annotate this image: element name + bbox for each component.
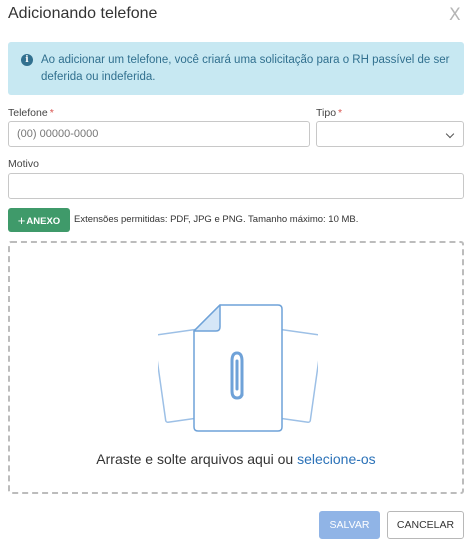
close-icon[interactable]: X [449, 5, 461, 25]
phone-input[interactable] [8, 121, 310, 147]
allowed-extensions-text: Extensões permitidas: PDF, JPG e PNG. Ta… [74, 214, 359, 225]
required-mark: * [49, 107, 54, 119]
info-icon: i [21, 54, 33, 66]
phone-label-text: Telefone [8, 107, 48, 119]
phone-label: Telefone * [8, 107, 54, 119]
alert-text: Ao adicionar um telefone, você criará um… [41, 54, 450, 83]
reason-label-text: Motivo [8, 158, 39, 170]
dropzone-instruction: Arraste e solte arquivos aqui ou [96, 451, 294, 467]
document-attachment-icon [158, 304, 318, 432]
file-dropzone[interactable]: Arraste e solte arquivos aqui ou selecio… [8, 241, 464, 494]
required-mark: * [338, 107, 343, 119]
dropzone-text: Arraste e solte arquivos aqui ou selecio… [10, 451, 462, 467]
add-attachment-button[interactable]: +ANEXO [8, 208, 70, 232]
type-select[interactable] [316, 121, 464, 147]
add-attachment-label: ANEXO [26, 216, 61, 227]
reason-label: Motivo [8, 158, 39, 170]
cancel-button[interactable]: CANCELAR [387, 511, 464, 539]
save-button[interactable]: SALVAR [319, 511, 380, 539]
info-alert: i Ao adicionar um telefone, você criará … [8, 42, 464, 95]
type-label-text: Tipo [316, 107, 337, 119]
modal-title: Adicionando telefone [8, 5, 158, 22]
select-files-link[interactable]: selecione-os [297, 451, 376, 467]
reason-input[interactable] [8, 173, 464, 199]
chevron-down-icon [445, 129, 455, 139]
plus-icon: + [17, 213, 26, 228]
type-label: Tipo * [316, 107, 342, 119]
